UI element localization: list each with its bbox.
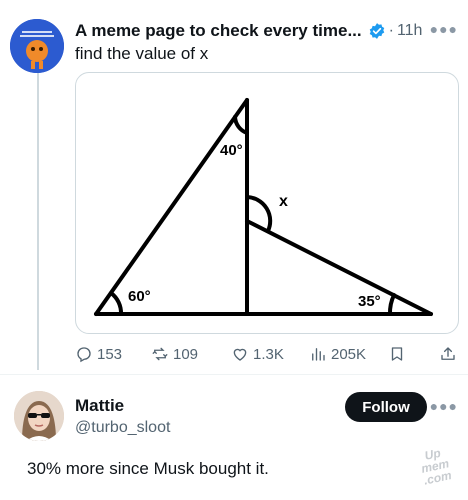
reply-button[interactable]: 153 [75, 345, 122, 363]
author-avatar[interactable] [10, 19, 64, 73]
share-button[interactable] [439, 345, 457, 363]
more-icon[interactable]: ●●● [430, 398, 458, 414]
angle-x-label: x [279, 193, 288, 210]
reply-author-handle[interactable]: @turbo_sloot [75, 419, 170, 437]
triangle-figure: 40° x 60° 35° [94, 98, 433, 316]
author-name[interactable]: A meme page to check every time... [75, 21, 362, 41]
verified-badge-icon [369, 23, 384, 39]
angle-top-label: 40° [220, 142, 243, 159]
reply-icon [77, 347, 91, 363]
divider [0, 374, 468, 375]
watermark-logo: Up mem .com [414, 445, 458, 496]
post-time[interactable]: 11h [397, 22, 423, 40]
like-count: 1.3K [253, 345, 284, 363]
repost-button[interactable]: 109 [151, 345, 198, 363]
share-icon [441, 347, 455, 360]
separator-dot: · [388, 22, 394, 39]
avatar-graphic [10, 19, 64, 73]
thread-line [37, 70, 39, 370]
bookmark-icon [391, 347, 403, 361]
reply-avatar[interactable] [14, 391, 64, 441]
bookmark-button[interactable] [388, 345, 406, 363]
reply-author-name[interactable]: Mattie [75, 396, 124, 416]
views-button[interactable]: 205K [309, 345, 366, 363]
like-button[interactable]: 1.3K [231, 345, 284, 363]
action-bar: 153 109 1.3K 205K [75, 342, 459, 366]
repost-icon [152, 347, 168, 361]
reply-text: 30% more since Musk bought it. [27, 459, 269, 478]
reply-avatar-graphic [14, 391, 64, 441]
like-icon [233, 348, 247, 361]
view-count: 205K [331, 345, 367, 363]
angle-left-label: 60° [128, 288, 151, 305]
post-text: find the value of x [75, 44, 209, 63]
post-media[interactable]: 40° x 60° 35° [75, 72, 459, 334]
more-icon[interactable]: ●●● [430, 21, 458, 37]
angle-right-label: 35° [358, 293, 381, 310]
follow-button[interactable]: Follow [345, 392, 427, 422]
post-header: A meme page to check every time... · 11h… [75, 19, 458, 43]
views-icon [312, 348, 325, 361]
reply-count: 153 [97, 345, 123, 363]
repost-count: 109 [173, 345, 199, 363]
